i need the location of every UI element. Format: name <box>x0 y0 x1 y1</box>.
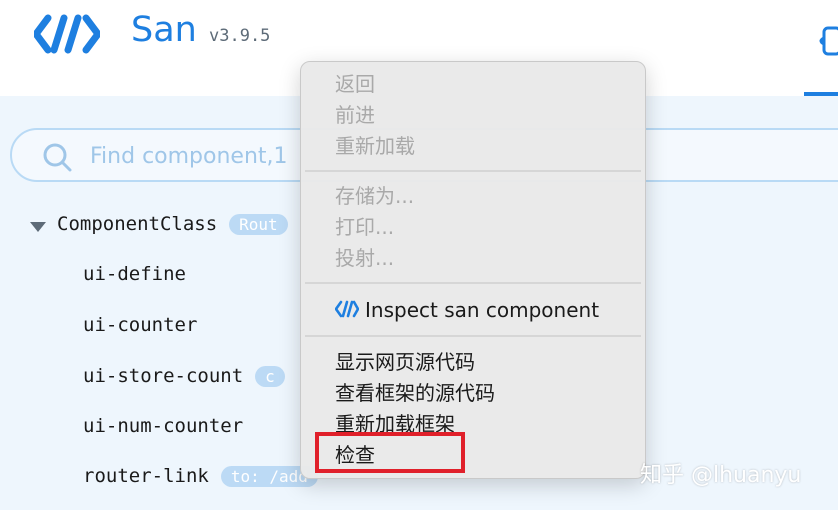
tree-node-label: ui-counter <box>83 314 198 336</box>
menu-item-cast[interactable]: 投射... <box>335 244 394 272</box>
tree-node-label: ui-num-counter <box>83 415 244 437</box>
tree-node[interactable]: ui-counter <box>83 309 197 341</box>
context-menu: 返回 前进 重新加载 存储为... 打印... 投射... Inspect sa… <box>300 61 646 479</box>
menu-separator <box>305 170 641 172</box>
node-badge: Rout <box>229 213 288 235</box>
app-name: San <box>131 10 197 50</box>
san-logo-icon <box>34 14 100 54</box>
tree-node[interactable]: ui-define <box>83 258 186 290</box>
menu-item-print[interactable]: 打印... <box>335 213 394 241</box>
menu-separator <box>305 335 641 337</box>
tree-node-root[interactable]: ComponentClass Rout <box>57 208 288 240</box>
menu-item-view-page-source[interactable]: 显示网页源代码 <box>335 348 475 376</box>
menu-separator <box>305 282 641 284</box>
tree-node-label: ui-define <box>83 263 186 285</box>
menu-item-forward[interactable]: 前进 <box>335 101 375 129</box>
node-badge: c <box>255 365 285 387</box>
san-logo-icon <box>335 300 359 318</box>
tree-node-label: ui-store-count <box>83 365 244 387</box>
highlight-box <box>315 432 465 473</box>
menu-item-reload[interactable]: 重新加载 <box>335 132 415 160</box>
menu-item-view-frame-source[interactable]: 查看框架的源代码 <box>335 379 495 407</box>
menu-item-save-as[interactable]: 存储为... <box>335 182 414 210</box>
watermark: 知乎 @lhuanyu <box>640 463 802 488</box>
tree-node[interactable]: ui-num-counter <box>83 410 243 442</box>
caret-down-icon[interactable] <box>30 222 46 232</box>
tree-node-label: router-link <box>83 465 209 487</box>
app-version: v3.9.5 <box>209 26 271 46</box>
menu-item-back[interactable]: 返回 <box>335 70 375 98</box>
tree-node-label: ComponentClass <box>57 213 218 235</box>
components-tab-icon[interactable] <box>818 18 838 64</box>
tree-node[interactable]: router-link to: /add <box>83 460 318 492</box>
menu-item-inspect-san-component[interactable]: Inspect san component <box>335 296 599 324</box>
tree-node[interactable]: ui-store-count c <box>83 360 285 392</box>
menu-item-label: Inspect san component <box>365 298 600 322</box>
search-icon <box>43 143 72 172</box>
